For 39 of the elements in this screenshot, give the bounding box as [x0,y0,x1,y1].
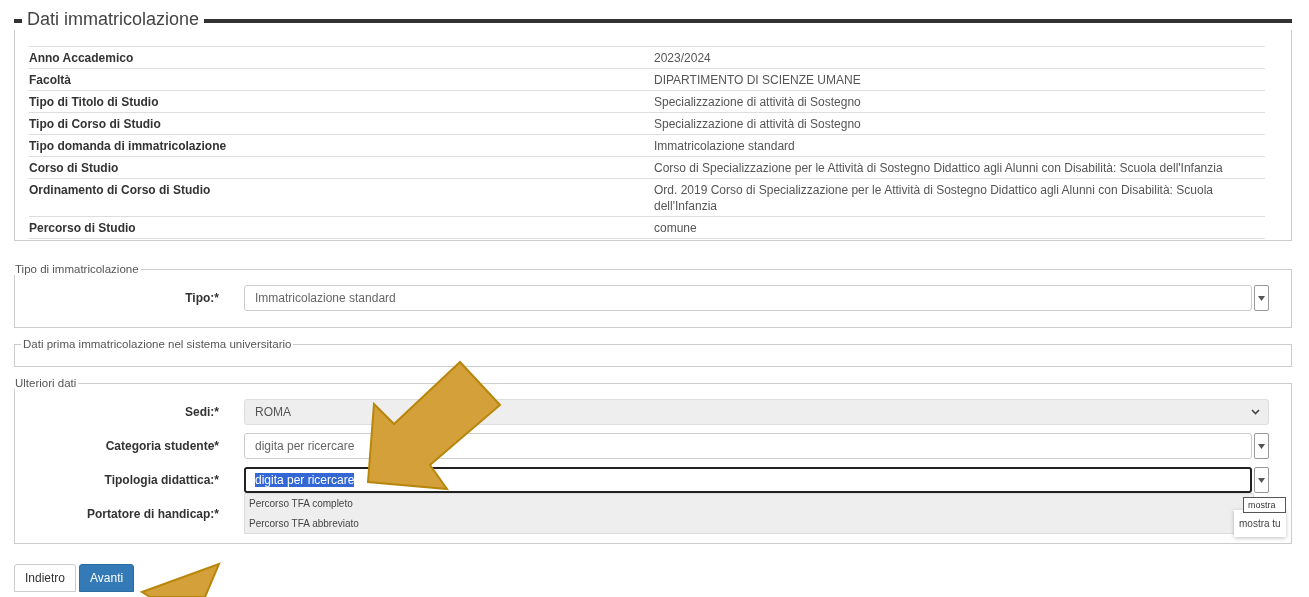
combo-input[interactable]: Immatricolazione standard [244,285,1252,311]
detail-value: comune [654,220,698,236]
detail-value: Ord. 2019 Corso di Specializzazione per le Attività di Sostegno Didattico agli Alunni con Disabilità: Scuola dell'Infanzia [654,182,1214,214]
detail-label: Percorso di Studio [29,220,137,236]
fieldset-legend: Ulteriori dati [13,377,79,389]
primary-button[interactable]: Avanti [79,564,135,592]
detail-value: DIPARTIMENTO DI SCIENZE UMANE [654,72,862,88]
fieldset-legend: Dati prima immatricolazione nel sistema universitario [21,338,294,350]
detail-label: Ordinamento di Corso di Studio [29,182,212,199]
caret-icon [1258,443,1265,449]
detail-value: Immatricolazione standard [654,138,796,154]
combo-input[interactable]: digita per ricercare [244,467,1252,493]
combo-input[interactable]: digita per ricercare [244,433,1252,459]
secondary-button[interactable]: Indietro [14,564,77,592]
dropdown-button[interactable] [1254,433,1269,459]
select-field[interactable]: ROMA [244,399,1269,425]
detail-label: Tipo di Corso di Studio [29,116,162,132]
detail-label: Tipo di Titolo di Studio [29,94,160,110]
detail-label: Tipo domanda di immatricolazione [29,138,228,154]
field-label: Portatore di handicap:* [85,507,219,521]
detail-value: Specializzazione di attività di Sostegno [654,116,862,132]
detail-label: Corso di Studio [29,160,120,176]
detail-label: Anno Accademico [29,50,135,66]
detail-value: Specializzazione di attività di Sostegno [654,94,862,110]
dropdown-button[interactable] [1254,467,1269,493]
field-label: Tipologia didattica:* [103,473,219,487]
field-label: Sedi:* [184,405,219,419]
caret-icon [1258,477,1265,483]
caret-icon [1258,295,1265,301]
detail-value: Corso di Specializzazione per le Attività di Sostegno Didattico agli Alunni con Disabilità: Scuola dell'Infanzia [654,160,1224,176]
field-label: Categoria studente* [104,439,219,453]
tooltip: mostra [1243,497,1286,513]
detail-label: Facoltà [29,72,72,88]
section-title: Dati immatricolazione [27,8,200,30]
chevron-down-icon [1251,409,1260,415]
field-label: Tipo:* [184,291,219,305]
fieldset-legend: Tipo di immatricolazione [13,263,141,275]
detail-value: 2023/2024 [654,50,712,66]
dropdown-button[interactable] [1254,285,1269,311]
